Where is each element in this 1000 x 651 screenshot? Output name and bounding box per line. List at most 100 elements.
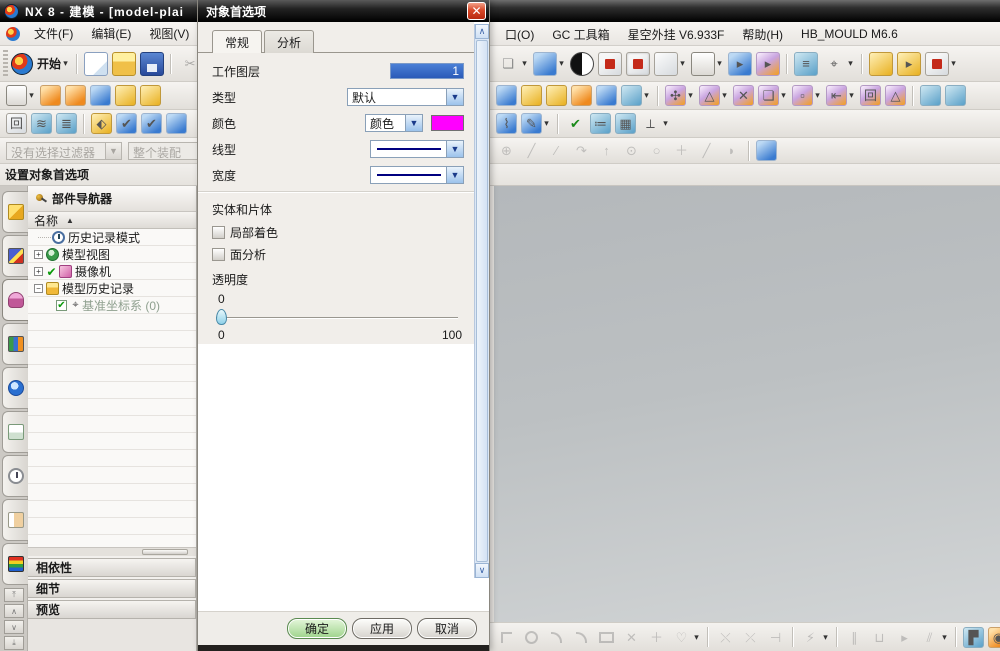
tag-icon[interactable]: ⬖ <box>91 113 112 134</box>
dropdown-caret[interactable]: ▾ <box>779 85 788 106</box>
layer-list-icon[interactable]: ≣ <box>56 113 77 134</box>
intersect-icon[interactable]: ❏ <box>758 85 779 106</box>
sketch-icon[interactable] <box>6 85 27 106</box>
tab-reuse-library[interactable] <box>2 323 28 365</box>
verify-part-icon[interactable]: ✔ <box>116 113 137 134</box>
tab-palette[interactable] <box>2 543 28 585</box>
scroll-down-icon[interactable]: ∨ <box>475 563 489 578</box>
draft-icon[interactable]: △ <box>885 85 906 106</box>
face-analysis-checkbox-row[interactable]: 面分析 <box>212 246 464 263</box>
wcs-orient-icon[interactable]: ⌖ <box>822 52 846 76</box>
move-object-icon[interactable]: ▸ <box>756 52 780 76</box>
checked-checkbox-icon[interactable]: ✔ <box>56 300 67 311</box>
extrude-icon[interactable] <box>40 85 61 106</box>
dropdown-caret[interactable]: ▾ <box>846 52 855 76</box>
dropdown-caret[interactable]: ▾ <box>27 85 36 106</box>
menu-gc-toolbox[interactable]: GC 工具箱 <box>544 23 617 46</box>
key-tool-icon[interactable] <box>869 52 893 76</box>
background-icon[interactable] <box>691 52 715 76</box>
chevron-down-icon[interactable]: ▼ <box>446 167 463 183</box>
sheet-icon[interactable] <box>571 85 592 106</box>
type-dropdown[interactable]: 默认 ▼ <box>347 88 464 106</box>
swept-icon[interactable] <box>546 85 567 106</box>
dropdown-caret[interactable]: ▾ <box>715 52 724 76</box>
dropdown-caret[interactable]: ▾ <box>661 113 670 134</box>
pattern-feature-icon[interactable]: ✣ <box>665 85 686 106</box>
width-dropdown[interactable]: ▼ <box>370 166 464 184</box>
scroll-down-button[interactable]: ∨ <box>4 620 24 634</box>
section-dependencies[interactable]: 相依性 <box>28 558 196 577</box>
wireframe-dashed-icon[interactable] <box>598 52 622 76</box>
dropdown-caret[interactable]: ▾ <box>557 52 566 76</box>
dialog-scrollbar[interactable]: ∧ ∨ <box>474 24 489 578</box>
section-details[interactable]: 细节 <box>28 579 196 598</box>
close-icon[interactable]: ✕ <box>467 2 486 20</box>
wireframe-icon[interactable] <box>654 52 678 76</box>
checkbox-unchecked-icon[interactable] <box>212 248 225 261</box>
translucency-slider[interactable] <box>216 308 458 326</box>
menu-hb-mould[interactable]: HB_MOULD M6.6 <box>793 24 906 44</box>
checkbox-unchecked-icon[interactable] <box>212 226 225 239</box>
wireframe-shaded-icon[interactable] <box>626 52 650 76</box>
toggle-display-icon[interactable] <box>925 52 949 76</box>
start-menu-button[interactable]: 开始 <box>33 55 63 72</box>
scroll-top-button[interactable]: ⤒ <box>4 588 24 602</box>
key-tool-2-icon[interactable]: ▸ <box>897 52 921 76</box>
bounded-plane-icon[interactable] <box>596 85 617 106</box>
rendering-style-icon[interactable] <box>570 52 594 76</box>
trim-body-icon[interactable]: ▫ <box>792 85 813 106</box>
color-dropdown[interactable]: 颜色 ▼ <box>365 114 423 132</box>
workpiece-icon[interactable] <box>756 140 777 161</box>
start-caret-icon[interactable]: ▾ <box>61 52 70 76</box>
part-table-icon[interactable]: ▦ <box>615 113 636 134</box>
dropdown-caret[interactable]: ▾ <box>847 85 856 106</box>
navigator-hscrollbar[interactable] <box>28 547 196 556</box>
tab-analysis[interactable]: 分析 <box>264 30 314 53</box>
chamfer-icon[interactable] <box>140 85 161 106</box>
layer-settings-icon[interactable]: ≡ <box>794 52 818 76</box>
layer-stack-icon[interactable]: ≋ <box>31 113 52 134</box>
thicken-icon[interactable] <box>496 85 517 106</box>
scrollbar-thumb[interactable] <box>476 40 488 562</box>
tab-general[interactable]: 常规 <box>212 30 262 53</box>
dropdown-caret[interactable]: ▾ <box>720 85 729 106</box>
dropdown-caret[interactable]: ▾ <box>686 85 695 106</box>
surface-2-icon[interactable] <box>945 85 966 106</box>
dropdown-caret[interactable]: ▾ <box>949 52 958 76</box>
paint-part-icon[interactable]: ✔ <box>141 113 162 134</box>
navigator-pin-icon[interactable] <box>36 194 46 204</box>
sphere-icon[interactable] <box>621 85 642 106</box>
dropdown-caret[interactable]: ▾ <box>520 52 529 76</box>
slider-handle[interactable] <box>216 309 227 325</box>
work-layer-input[interactable] <box>390 63 464 79</box>
tree-item-model-views[interactable]: + 模型视图 <box>28 246 196 263</box>
menu-file[interactable]: 文件(F) <box>26 22 81 45</box>
shading-checkbox-row[interactable]: 局部着色 <box>212 224 464 241</box>
tree-item-datum-csys[interactable]: ✔ ⌖ 基准坐标系 (0) <box>28 297 196 314</box>
update-model-icon[interactable]: ◉ <box>988 627 1000 648</box>
tab-assembly-navigator[interactable] <box>2 191 28 233</box>
apply-button[interactable]: 应用 <box>352 618 412 639</box>
tab-roles[interactable] <box>2 499 28 541</box>
save-icon[interactable] <box>140 52 164 76</box>
toolbar-grip[interactable] <box>3 50 8 78</box>
show-hide-icon[interactable]: ▸ <box>728 52 752 76</box>
sort-ascending-icon[interactable]: ▲ <box>66 216 74 225</box>
menu-edit[interactable]: 编辑(E) <box>83 22 139 45</box>
hscroll-thumb[interactable] <box>142 549 188 555</box>
menu-help[interactable]: 帮助(H) <box>734 23 791 46</box>
hole-icon[interactable] <box>90 85 111 106</box>
tab-history[interactable] <box>2 455 28 497</box>
expand-plus-icon[interactable]: + <box>34 267 43 276</box>
shell-icon[interactable]: 回 <box>860 85 881 106</box>
dropdown-caret[interactable]: ▾ <box>813 85 822 106</box>
surface-1-icon[interactable] <box>920 85 941 106</box>
section-preview[interactable]: 预览 <box>28 600 196 619</box>
examine-geometry-icon[interactable]: ✔ <box>565 113 586 134</box>
expand-plus-icon[interactable]: + <box>34 250 43 259</box>
scroll-up-button[interactable]: ∧ <box>4 604 24 618</box>
sweep-icon[interactable] <box>521 85 542 106</box>
scroll-up-icon[interactable]: ∧ <box>475 24 489 39</box>
dropdown-caret[interactable]: ▾ <box>642 85 651 106</box>
tab-constraint-navigator[interactable] <box>2 235 28 277</box>
